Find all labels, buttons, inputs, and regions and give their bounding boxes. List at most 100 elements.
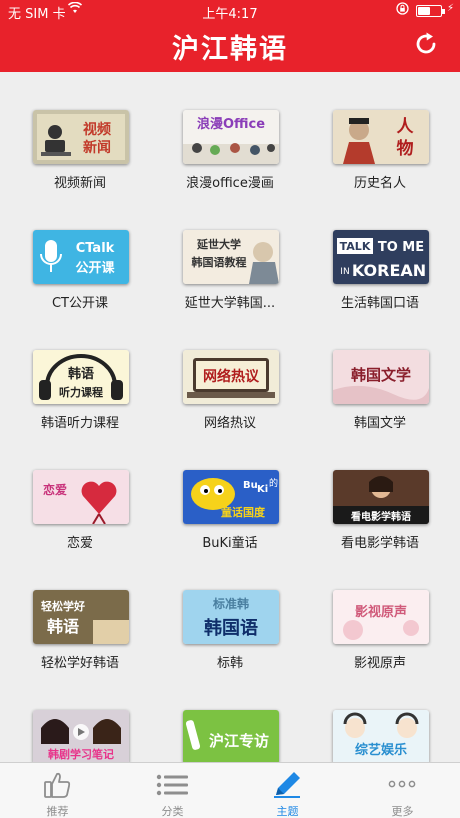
topic-tile-korean-listening[interactable]: 韩语 听力课程 韩语听力课程: [5, 312, 155, 432]
thumb-text: KOREAN: [352, 261, 426, 280]
topic-label: 看电影学韩语: [340, 536, 419, 551]
topic-tile-ct-open-class[interactable]: CTalk 公开课 CT公开课: [5, 192, 155, 312]
tab-label: 主题: [276, 805, 299, 818]
thumb-text: 恋爱: [43, 482, 67, 497]
more-dots-icon: [385, 770, 419, 800]
thumb-text: 延世大学: [196, 237, 241, 251]
topic-label: 标韩: [216, 656, 243, 671]
topic-tile-korean-literature[interactable]: 韩国文学 韩国文学: [305, 312, 455, 432]
page-title: 沪江韩语: [172, 34, 288, 65]
topic-thumbnail: 延世大学 韩国语教程: [183, 230, 279, 284]
pencil-icon: [270, 770, 304, 800]
thumb-text: CTalk: [76, 241, 115, 256]
topic-label: CT公开课: [51, 296, 109, 311]
topic-tile-standard-korean[interactable]: 标准韩 韩国语 标韩: [155, 552, 305, 672]
refresh-icon[interactable]: [412, 30, 440, 58]
thumb-text: TO ME: [378, 240, 424, 255]
topic-thumbnail: 看电影学韩语: [333, 470, 429, 524]
tab-more[interactable]: 更多: [345, 763, 460, 818]
thumb-text: 公开课: [75, 261, 115, 276]
status-bar: 无 SIM 卡 上午4:17 ⚡: [0, 0, 460, 22]
thumb-text: 浪漫Office: [197, 116, 265, 132]
topic-tile-easy-korean[interactable]: 轻松学好 韩语 轻松学好韩语: [5, 552, 155, 672]
tab-label: 更多: [391, 805, 414, 818]
topic-thumbnail: Bu Ki 的 童话国度: [183, 470, 279, 524]
topic-label: 网络热议: [203, 416, 256, 431]
thumb-text: 韩语: [68, 366, 94, 382]
topic-thumbnail: 韩国文学: [333, 350, 429, 404]
topic-thumbnail: 恋爱: [33, 470, 129, 524]
topic-label: 历史名人: [353, 176, 406, 191]
topic-thumbnail: 韩语 听力课程: [33, 350, 129, 404]
topic-tile-romantic-office[interactable]: 浪漫Office 浪漫office漫画: [155, 72, 305, 192]
tab-topics[interactable]: 主题: [230, 763, 345, 818]
tab-category[interactable]: 分类: [115, 763, 230, 818]
topic-tile-hujiang-interview[interactable]: 沪江专访: [155, 672, 305, 762]
thumb-text: IN: [340, 267, 349, 277]
topic-label: 轻松学好韩语: [40, 656, 119, 671]
status-time: 上午4:17: [202, 7, 258, 22]
thumb-text: 韩剧学习笔记: [48, 747, 114, 761]
topic-thumbnail: 浪漫Office: [183, 110, 279, 164]
topic-label: 恋爱: [66, 536, 93, 551]
topic-tile-internet-hot-topics[interactable]: 网络热议 网络热议: [155, 312, 305, 432]
thumb-text: 韩国语教程: [192, 255, 247, 269]
topic-tile-video-news[interactable]: 视频 新闻 视频新闻: [5, 72, 155, 192]
topic-tile-kdrama-notes[interactable]: 韩剧学习笔记: [5, 672, 155, 762]
charging-icon: ⚡: [447, 3, 455, 14]
thumb-text: 人: [397, 117, 415, 137]
topic-label: 浪漫office漫画: [186, 176, 274, 191]
thumbs-up-icon: [40, 770, 74, 800]
topic-tile-historical-figures[interactable]: 人 物 历史名人: [305, 72, 455, 192]
thumb-text: 童话国度: [221, 505, 266, 519]
thumb-text: 综艺娱乐: [355, 742, 407, 758]
list-icon: [155, 770, 189, 800]
topic-thumbnail: 沪江专访: [183, 710, 279, 762]
topic-grid: 视频 新闻 视频新闻 浪漫Office 浪漫office漫画 人 物 历史名人 …: [0, 72, 460, 762]
topic-label: 视频新闻: [53, 176, 106, 191]
topic-label: 影视原声: [353, 656, 406, 671]
topic-thumbnail: 人 物: [333, 110, 429, 164]
topic-thumbnail: 综艺娱乐: [333, 710, 429, 762]
topic-tile-yonsei-korean[interactable]: 延世大学 韩国语教程 延世大学韩国...: [155, 192, 305, 312]
battery-icon: [416, 5, 445, 17]
topic-tile-buki-fairy-tales[interactable]: Bu Ki 的 童话国度 BuKi童话: [155, 432, 305, 552]
thumb-text: 新闻: [83, 139, 111, 156]
thumb-text: 听力课程: [59, 385, 103, 399]
thumb-text: Bu: [243, 480, 258, 491]
topic-thumbnail: 韩剧学习笔记: [33, 710, 129, 762]
thumb-text: 影视原声: [355, 604, 407, 620]
thumb-text: 沪江专访: [209, 732, 269, 750]
thumb-text: 韩国语: [204, 617, 258, 639]
thumb-text: 视频: [83, 121, 111, 138]
thumb-text: 看电影学韩语: [351, 510, 411, 523]
thumb-text: Ki: [257, 484, 268, 495]
tab-recommend[interactable]: 推荐: [0, 763, 115, 818]
topic-thumbnail: 网络热议: [183, 350, 279, 404]
thumb-text: 物: [397, 138, 414, 159]
topic-label: 延世大学韩国...: [184, 296, 276, 311]
topic-label: 韩语听力课程: [40, 416, 119, 431]
topic-thumbnail: 影视原声: [333, 590, 429, 644]
topic-tile-love[interactable]: 恋爱 恋爱: [5, 432, 155, 552]
tab-label: 分类: [161, 805, 184, 818]
topic-tile-variety-shows[interactable]: 综艺娱乐: [305, 672, 455, 762]
topic-thumbnail: 标准韩 韩国语: [183, 590, 279, 644]
thumb-text: 韩语: [47, 617, 79, 636]
topic-thumbnail: TALK TO ME IN KOREAN: [333, 230, 429, 284]
topic-tile-film-soundtracks[interactable]: 影视原声 影视原声: [305, 552, 455, 672]
app-header: 无 SIM 卡 上午4:17 ⚡ 沪江韩语: [0, 0, 460, 72]
thumb-text: 韩国文学: [351, 366, 411, 384]
topic-tile-movie-korean[interactable]: 看电影学韩语 看电影学韩语: [305, 432, 455, 552]
topic-thumbnail: 视频 新闻: [33, 110, 129, 164]
thumb-text: 的: [269, 477, 278, 489]
topic-label: 韩国文学: [353, 416, 406, 431]
topic-thumbnail: CTalk 公开课: [33, 230, 129, 284]
tab-bar: 推荐 分类 主题 更多: [0, 762, 460, 818]
thumb-text: 标准韩: [212, 596, 249, 611]
rotation-lock-icon: [396, 2, 409, 18]
thumb-text: 轻松学好: [41, 599, 85, 613]
thumb-text: TALK: [340, 240, 371, 253]
topic-tile-daily-korean[interactable]: TALK TO ME IN KOREAN 生活韩国口语: [305, 192, 455, 312]
topic-thumbnail: 轻松学好 韩语: [33, 590, 129, 644]
